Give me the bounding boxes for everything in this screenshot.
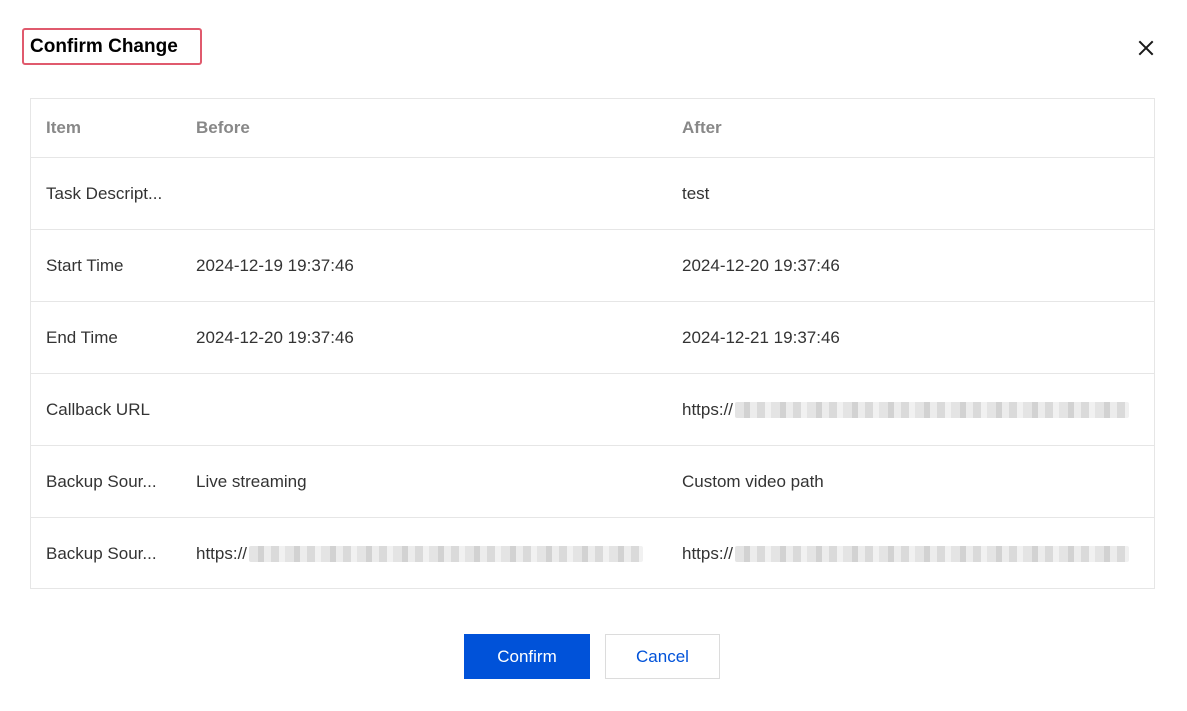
row-after-value: https:// xyxy=(682,518,1142,589)
table-row: Task Descript... test xyxy=(31,158,1154,230)
row-after-value: Custom video path xyxy=(682,471,824,491)
confirm-change-dialog: Confirm Change Item Before After Task De… xyxy=(0,0,1187,711)
close-icon xyxy=(1138,40,1154,56)
row-after-value: 2024-12-20 19:37:46 xyxy=(682,255,840,275)
url-prefix: https:// xyxy=(682,399,734,419)
row-before-value: 2024-12-20 19:37:46 xyxy=(196,327,354,347)
table-row: Backup Sour... Live streaming Custom vid… xyxy=(31,446,1154,518)
row-before-value xyxy=(196,158,666,229)
row-item-label: Task Descript... xyxy=(46,183,163,203)
row-after-value: 2024-12-21 19:37:46 xyxy=(682,327,840,347)
column-header-before: Before xyxy=(196,118,250,137)
change-table: Item Before After Task Descript... test … xyxy=(30,98,1155,589)
row-item-label: Backup Sour... xyxy=(46,543,157,563)
row-before-value: Live streaming xyxy=(196,471,307,491)
column-header-item: Item xyxy=(46,118,81,137)
redacted-url-blur xyxy=(249,545,644,562)
row-item-label: Backup Sour... xyxy=(46,471,157,491)
dialog-title: Confirm Change xyxy=(30,36,178,57)
close-button[interactable] xyxy=(1136,38,1156,58)
url-prefix: https:// xyxy=(196,543,248,563)
row-before-value xyxy=(196,374,666,445)
title-highlight-box: Confirm Change xyxy=(22,28,202,65)
table-row: Start Time 2024-12-19 19:37:46 2024-12-2… xyxy=(31,230,1154,302)
table-row: Backup Sour... https:// https:// xyxy=(31,518,1154,589)
row-after-value: https:// xyxy=(682,374,1142,445)
table-header-row: Item Before After xyxy=(31,99,1154,158)
redacted-url-blur xyxy=(735,401,1130,418)
row-item-label: Start Time xyxy=(46,255,124,275)
table-row: End Time 2024-12-20 19:37:46 2024-12-21 … xyxy=(31,302,1154,374)
redacted-url-blur xyxy=(735,545,1130,562)
row-after-value: test xyxy=(682,183,710,203)
row-before-value: 2024-12-19 19:37:46 xyxy=(196,255,354,275)
row-item-label: Callback URL xyxy=(46,399,150,419)
row-item-label: End Time xyxy=(46,327,118,347)
table-row: Callback URL https:// xyxy=(31,374,1154,446)
row-before-value: https:// xyxy=(196,518,666,589)
column-header-after: After xyxy=(682,118,722,137)
url-prefix: https:// xyxy=(682,543,734,563)
cancel-button[interactable]: Cancel xyxy=(605,634,720,679)
confirm-button[interactable]: Confirm xyxy=(464,634,590,679)
